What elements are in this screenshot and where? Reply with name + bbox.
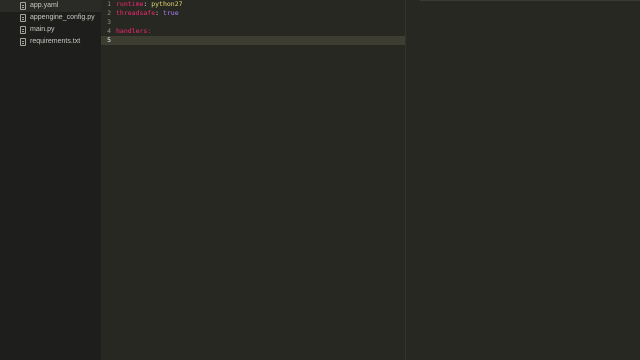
file-icon — [20, 38, 26, 46]
code-editor[interactable]: runtime: python27 threadsafe: true handl… — [116, 0, 405, 360]
yaml-value-bool: true — [162, 9, 179, 17]
yaml-key: handlers — [116, 27, 148, 35]
yaml-key: threadsafe — [116, 9, 156, 17]
line-number: 4 — [107, 27, 111, 35]
file-icon — [20, 14, 26, 22]
line-number: 3 — [107, 18, 111, 26]
pane-divider — [420, 0, 640, 1]
editor-right-pane[interactable] — [406, 0, 640, 360]
code-line[interactable]: runtime: python27 — [116, 0, 405, 9]
yaml-value-string: python27 — [151, 0, 183, 8]
code-line[interactable] — [116, 18, 405, 27]
yaml-separator: : — [147, 27, 152, 35]
file-item-main-py[interactable]: main.py — [0, 24, 101, 36]
code-line[interactable]: threadsafe: true — [116, 9, 405, 18]
line-number: 2 — [107, 9, 111, 17]
file-list: app.yaml appengine_config.py main.py req… — [0, 0, 101, 48]
file-name: main.py — [30, 26, 55, 33]
file-item-app-yaml[interactable]: app.yaml — [0, 0, 101, 12]
file-item-appengine-config[interactable]: appengine_config.py — [0, 12, 101, 24]
file-item-requirements[interactable]: requirements.txt — [0, 36, 101, 48]
file-name: app.yaml — [30, 2, 59, 9]
line-number-gutter: 1 2 3 4 5 — [101, 0, 116, 360]
file-icon — [20, 2, 26, 10]
file-name: requirements.txt — [30, 38, 81, 45]
code-line[interactable]: handlers: — [116, 27, 405, 36]
file-icon — [20, 26, 26, 34]
file-name: appengine_config.py — [30, 14, 95, 21]
line-number: 1 — [107, 0, 111, 8]
file-sidebar: app.yaml appengine_config.py main.py req… — [0, 0, 101, 360]
code-line-current[interactable] — [116, 36, 405, 45]
yaml-key: runtime — [116, 0, 144, 8]
line-number-current: 5 — [101, 36, 116, 45]
yaml-separator: : — [155, 9, 163, 17]
